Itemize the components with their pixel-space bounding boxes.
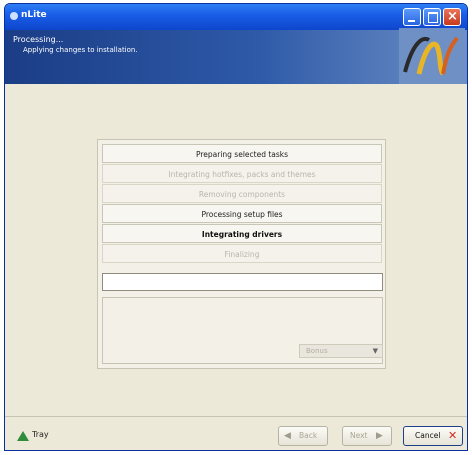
next-button[interactable]: Next ▶ <box>342 426 392 446</box>
app-icon <box>10 12 18 20</box>
page-title: Processing... <box>13 35 64 44</box>
next-arrow-icon: ▶ <box>376 431 383 441</box>
cancel-x-icon: ✕ <box>448 429 458 442</box>
footer-divider <box>5 416 467 417</box>
progress-bar <box>102 273 383 291</box>
cancel-button[interactable]: Cancel ✕ <box>403 426 463 446</box>
back-button[interactable]: ◀ Back <box>278 426 328 446</box>
log-box: Bonus ▼ <box>102 297 383 364</box>
back-arrow-icon: ◀ <box>284 431 291 441</box>
progress-panel: Preparing selected tasks Integrating hot… <box>97 139 386 369</box>
log-filter-select[interactable]: Bonus ▼ <box>299 344 383 358</box>
step-list: Preparing selected tasks Integrating hot… <box>102 144 382 264</box>
back-label: Back <box>299 431 318 440</box>
close-button[interactable]: × <box>443 8 461 26</box>
log-filter-value: Bonus <box>306 347 328 355</box>
cancel-label: Cancel <box>415 431 441 440</box>
app-window: nLite × Processing... Applying changes t… <box>4 3 468 451</box>
window-title: nLite <box>21 10 47 20</box>
minimize-button[interactable] <box>403 8 421 26</box>
step-item: Finalizing <box>102 244 382 263</box>
nlite-logo-icon <box>399 28 465 84</box>
page-subtitle: Applying changes to installation. <box>23 46 138 54</box>
maximize-button[interactable] <box>423 8 441 26</box>
maximize-icon <box>428 12 438 23</box>
next-label: Next <box>350 431 368 440</box>
tray-icon <box>17 431 29 441</box>
minimize-icon <box>408 20 415 22</box>
step-item: Preparing selected tasks <box>102 144 382 163</box>
title-bar[interactable]: nLite × <box>5 4 467 30</box>
step-item-current: Integrating drivers <box>102 224 382 243</box>
step-item: Removing components <box>102 184 382 203</box>
step-item: Integrating hotfixes, packs and themes <box>102 164 382 183</box>
tray-label: Tray <box>32 430 49 439</box>
close-icon: × <box>447 9 458 24</box>
step-item: Processing setup files <box>102 204 382 223</box>
page-header: Processing... Applying changes to instal… <box>5 28 467 84</box>
chevron-down-icon: ▼ <box>372 347 378 355</box>
